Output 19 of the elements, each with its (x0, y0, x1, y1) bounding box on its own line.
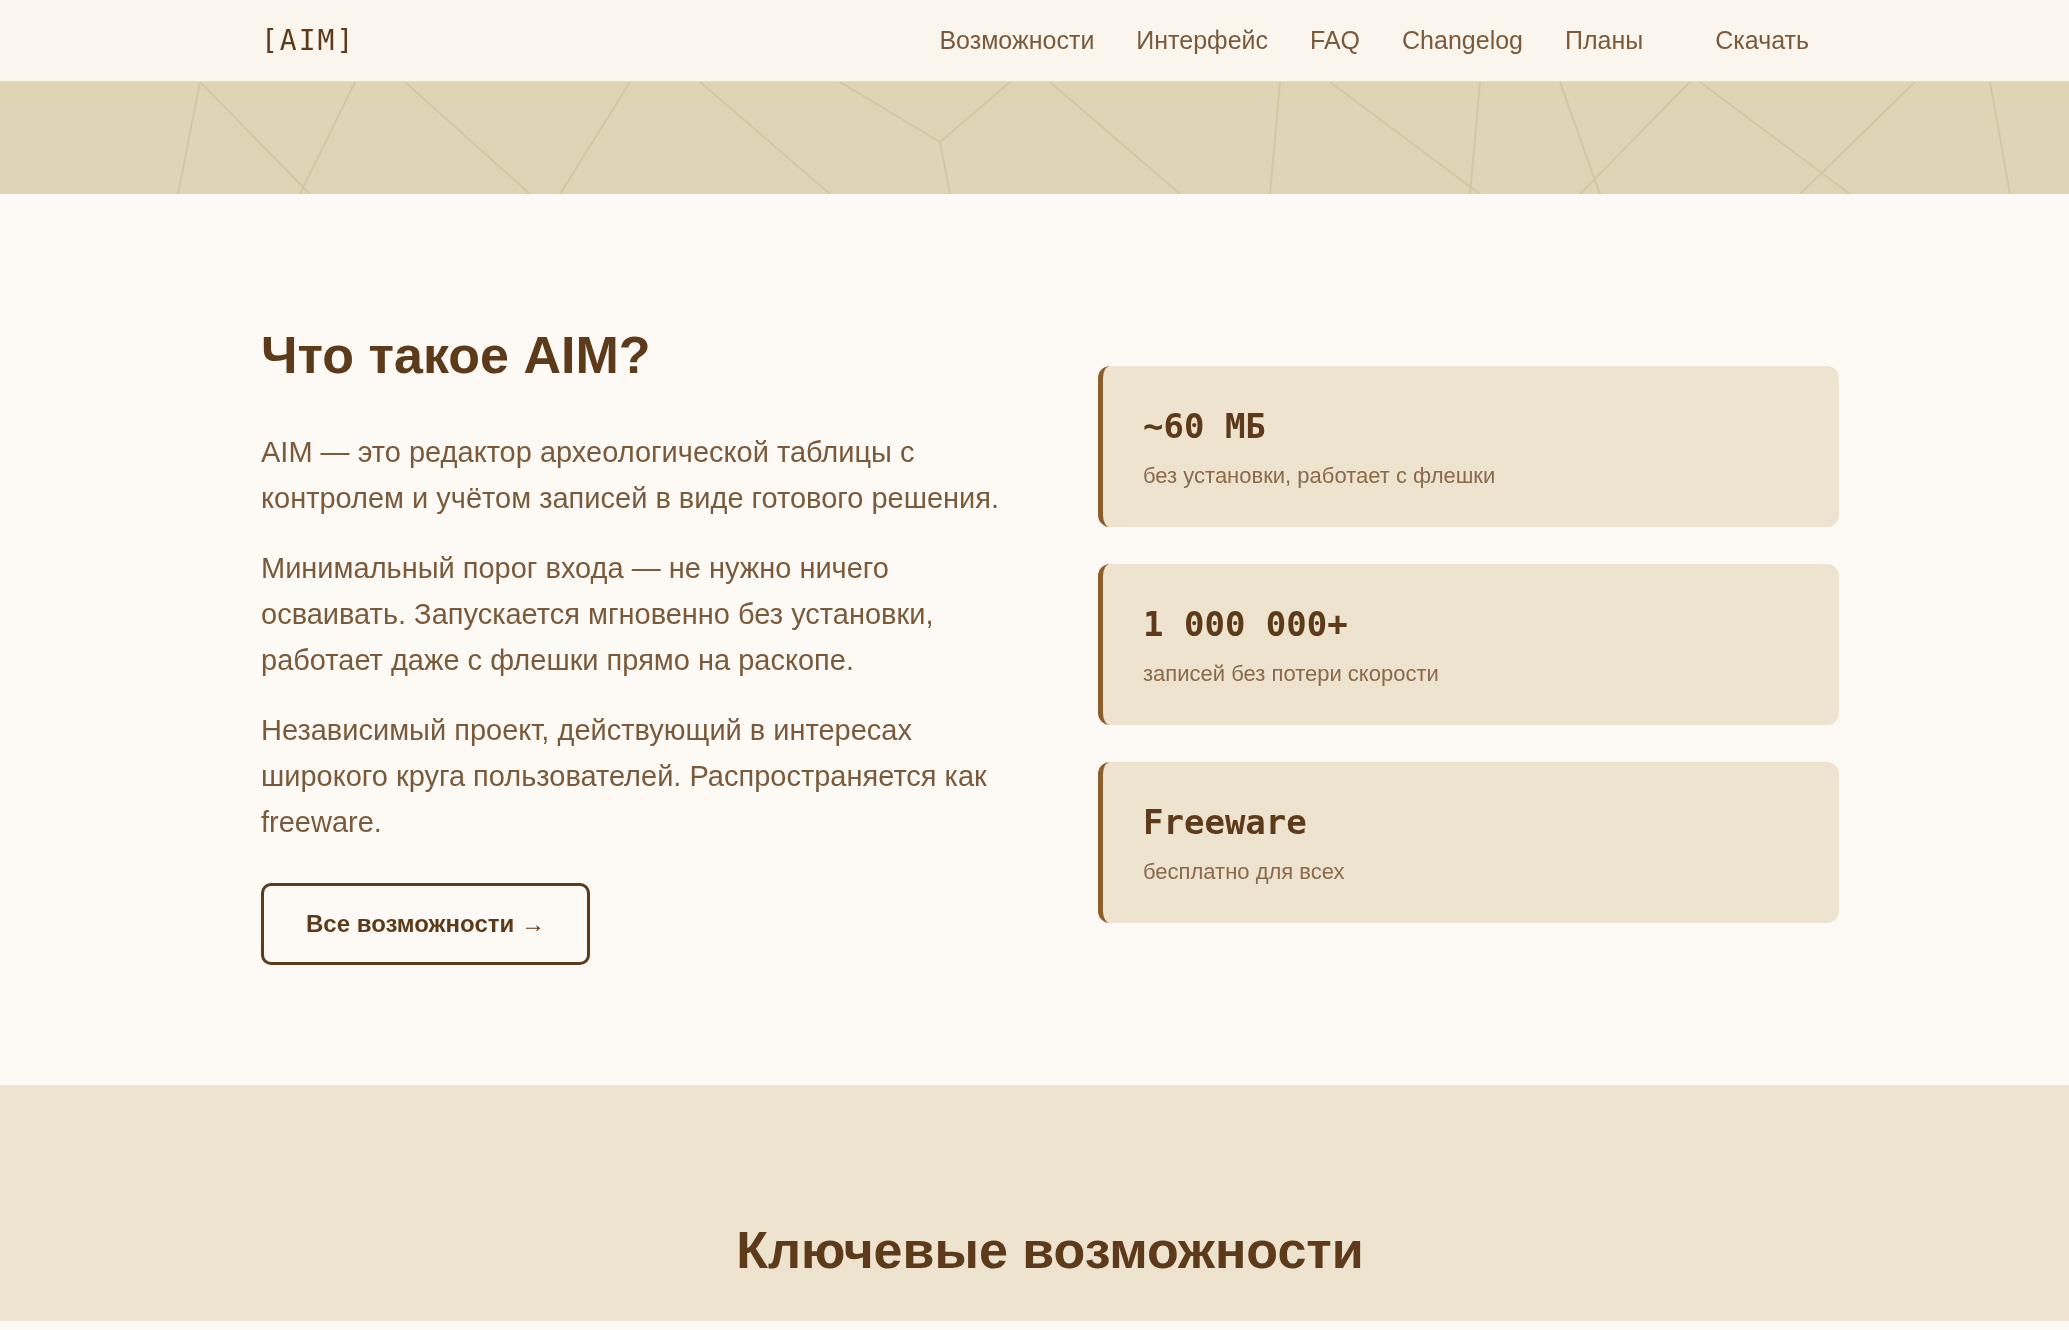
stat-label: без установки, работает с флешки (1143, 462, 1497, 490)
stat-label: записей без потери скорости (1143, 660, 1440, 688)
section-heading: Ключевые возможности (735, 1220, 1365, 1281)
nav-link[interactable]: Changelog (1402, 26, 1523, 55)
nav-link[interactable]: Планы (1565, 26, 1644, 55)
paragraph: Независимый проект, действующий в интересах широкого круга пользователей. Распространяется как freeware. (261, 713, 988, 840)
nav-link[interactable]: Возможности (939, 26, 1095, 55)
paragraph: Минимальный порог входа — не нужно ничего осваивать. Запускается мгновенно без установки, работает даже с флешки прямо на раскопе. (261, 551, 935, 678)
stat-value: Freeware (1143, 802, 1308, 843)
paragraph: AIM — это редактор археологической таблицы с контролем и учётом записей в виде готового решения. (261, 435, 1001, 516)
stat-value: 1 000 000+ (1143, 604, 1349, 645)
download-link[interactable]: Скачать (1685, 18, 1839, 63)
all-features-button[interactable]: Все возможности → (261, 883, 590, 965)
stat-label: бесплатно для всех (1143, 858, 1346, 886)
nav-link[interactable]: FAQ (1310, 26, 1361, 55)
nav-link[interactable]: Интерфейс (1136, 26, 1269, 55)
section-heading: Что такое AIM? (261, 325, 652, 386)
stat-value: ~60 МБ (1143, 406, 1267, 447)
logo[interactable]: [AIM] (261, 24, 356, 57)
